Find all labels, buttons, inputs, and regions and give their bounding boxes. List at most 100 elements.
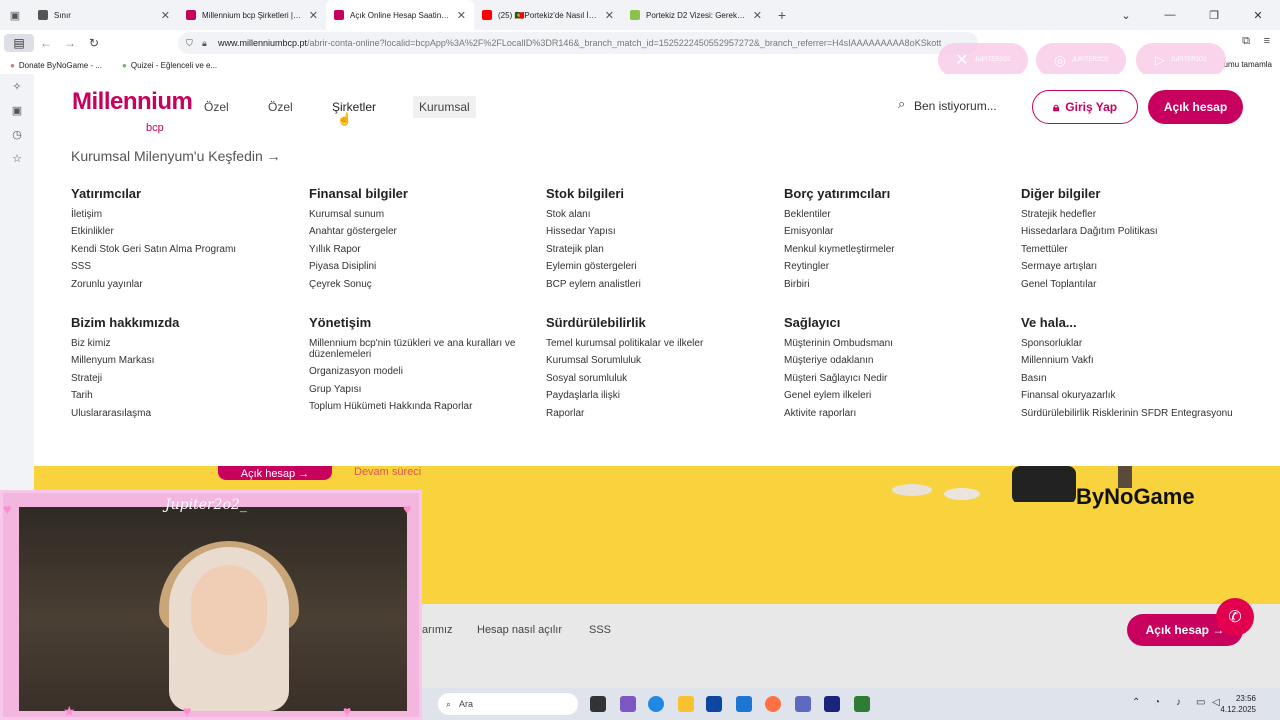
search-input[interactable]: Ben istiyorum... [914, 99, 997, 113]
menu-column-title[interactable]: Sağlayıcı [784, 315, 1004, 330]
menu-link[interactable]: İletişim [71, 209, 291, 220]
menu-column-title[interactable]: Diğer bilgiler [1021, 186, 1241, 201]
maximize-button[interactable]: ❐ [1192, 9, 1236, 22]
menu-link[interactable]: Strateji [71, 373, 291, 384]
steam-app-icon[interactable] [824, 696, 840, 712]
back-button[interactable]: ← [34, 36, 58, 50]
collections-icon[interactable]: ▣ [0, 98, 34, 122]
edge-app-icon[interactable] [648, 696, 664, 712]
menu-link[interactable]: Finansal okuryazarlık [1021, 390, 1241, 401]
menu-link[interactable]: Stratejik plan [546, 244, 766, 255]
menu-link[interactable]: Piyasa Disiplini [309, 261, 529, 272]
microphone-icon[interactable]: ♪ [1176, 697, 1181, 708]
close-tab-icon[interactable]: ✕ [457, 9, 466, 22]
history-icon[interactable]: ◷ [0, 122, 34, 146]
menu-link[interactable]: Genel eylem ilkeleri [784, 390, 1004, 401]
nav-sirketler[interactable]: Şirketler [326, 96, 382, 118]
menu-column-title[interactable]: Bizim hakkımızda [71, 315, 291, 330]
close-tab-icon[interactable]: ✕ [161, 9, 170, 22]
menu-link[interactable]: Eylemin göstergeleri [546, 261, 766, 272]
menu-link[interactable]: Etkinlikler [71, 226, 291, 237]
menu-icon[interactable]: ≡ [1264, 35, 1270, 47]
menu-link[interactable]: Beklentiler [784, 209, 1004, 220]
menu-link[interactable]: Yıllık Rapor [309, 244, 529, 255]
browser-tab[interactable]: Sınır ✕ [30, 0, 178, 30]
copilot-app-icon[interactable] [620, 696, 636, 712]
volume-icon[interactable]: ◁ [1212, 697, 1220, 708]
menu-link[interactable]: Birbiri [784, 279, 1004, 290]
menu-link[interactable]: Aktivite raporları [784, 408, 1004, 419]
menu-link[interactable]: Uluslararasılaşma [71, 408, 291, 419]
menu-column-title[interactable]: Yatırımcılar [71, 186, 291, 201]
menu-link[interactable]: Genel Toplantılar [1021, 279, 1241, 290]
menu-link[interactable]: Toplum Hükümeti Hakkında Raporlar [309, 401, 529, 412]
menu-column-title[interactable]: Ve hala... [1021, 315, 1241, 330]
menu-link[interactable]: Sermaye artışları [1021, 261, 1241, 272]
firefox-app-icon[interactable] [765, 696, 781, 712]
new-tab-button[interactable]: + [770, 7, 794, 23]
tray-chevron-icon[interactable]: ⌃ [1132, 697, 1140, 708]
menu-link[interactable]: Reytingler [784, 261, 1004, 272]
menu-link[interactable]: Müşterinin Ombudsmanı [784, 338, 1004, 349]
display-icon[interactable]: ▭ [1196, 697, 1205, 708]
menu-column-title[interactable]: Sürdürülebilirlik [546, 315, 766, 330]
photos-app-icon[interactable] [736, 696, 752, 712]
menu-link[interactable]: Emisyonlar [784, 226, 1004, 237]
nav-ozel-2[interactable]: Özel [262, 96, 299, 118]
login-button[interactable]: 🔒︎ Giriş Yap [1032, 90, 1138, 124]
close-tab-icon[interactable]: ✕ [605, 9, 614, 22]
browser-tab[interactable]: (25) 🇵🇹Portekiz'de Nasıl İş Kurul ✕ [474, 0, 622, 30]
clock[interactable]: 23:56 4.12.2025 [1220, 693, 1256, 715]
file-explorer-icon[interactable] [678, 696, 694, 712]
menu-link[interactable]: Millennium bcp'nin tüzükleri ve ana kura… [309, 338, 529, 360]
menu-link[interactable]: Grup Yapısı [309, 384, 529, 395]
bookmark-item[interactable]: ● Quizei - Eğlenceli ve e... [112, 61, 227, 70]
close-window-button[interactable]: ✕ [1236, 9, 1280, 22]
nav-kurumsal[interactable]: Kurumsal [413, 96, 476, 118]
menu-link[interactable]: Organizasyon modeli [309, 366, 529, 377]
open-account-button[interactable]: Açık hesap [1148, 90, 1243, 124]
discover-link[interactable]: Kurumsal Milenyum'u Keşfedin → [71, 148, 281, 164]
menu-link[interactable]: Temel kurumsal politikalar ve ilkeler [546, 338, 766, 349]
forward-button[interactable]: → [58, 36, 82, 50]
menu-link[interactable]: Millennium Vakfı [1021, 355, 1241, 366]
game-app-icon[interactable] [854, 696, 870, 712]
menu-link[interactable]: Millenyum Markası [71, 355, 291, 366]
tab-actions-icon[interactable]: ▣ [0, 9, 30, 22]
menu-link[interactable]: Anahtar göstergeler [309, 226, 529, 237]
menu-link[interactable]: Kendi Stok Geri Satın Alma Programı [71, 244, 291, 255]
menu-link[interactable]: Tarih [71, 390, 291, 401]
minimize-button[interactable]: — [1148, 9, 1192, 21]
store-app-icon[interactable] [706, 696, 722, 712]
lock-icon[interactable]: 🔒︎ [202, 38, 207, 49]
menu-link[interactable]: Basın [1021, 373, 1241, 384]
banner-continue-link[interactable]: Devam süreci [354, 466, 421, 478]
menu-link[interactable]: Stok alanı [546, 209, 766, 220]
menu-column-title[interactable]: Finansal bilgiler [309, 186, 529, 201]
banner-open-account-button[interactable]: Açık hesap → [218, 466, 332, 480]
close-tab-icon[interactable]: ✕ [309, 9, 318, 22]
phone-call-button[interactable]: ✆ [1216, 598, 1254, 636]
sidebar-toggle-icon[interactable]: ▤ [4, 34, 34, 52]
subnav-item[interactable]: Hesap nasıl açılır [477, 624, 562, 636]
menu-link[interactable]: Sponsorluklar [1021, 338, 1241, 349]
menu-column-title[interactable]: Stok bilgileri [546, 186, 766, 201]
address-bar[interactable]: ⛉ 🔒︎ www.millenniumbcp.pt/abrir-conta-on… [178, 32, 978, 54]
menu-link[interactable]: Zorunlu yayınlar [71, 279, 291, 290]
browser-tab[interactable]: Portekiz D2 Vizesi: Gereknizler, ✕ [622, 0, 770, 30]
copilot-icon[interactable]: ✧ [0, 74, 34, 98]
shield-icon[interactable]: ⛉ [186, 38, 193, 49]
menu-column-title[interactable]: Borç yatırımcıları [784, 186, 1004, 201]
menu-link[interactable]: Paydaşlarla ilişki [546, 390, 766, 401]
tab-list-icon[interactable]: ⌄ [1104, 9, 1148, 22]
reload-button[interactable]: ↻ [82, 36, 106, 50]
menu-link[interactable]: Kurumsal sunum [309, 209, 529, 220]
extensions-icon[interactable]: ⧉ [1242, 35, 1250, 48]
teams-app-icon[interactable] [795, 696, 811, 712]
menu-link[interactable]: Müşteriye odaklanın [784, 355, 1004, 366]
menu-link[interactable]: Kurumsal Sorumluluk [546, 355, 766, 366]
millennium-logo[interactable]: Millennium bcp [72, 88, 193, 134]
taskbar-search[interactable]: ⌕ Ara [438, 693, 578, 715]
nav-ozel-1[interactable]: Özel [198, 96, 235, 118]
menu-link[interactable]: Çeyrek Sonuç [309, 279, 529, 290]
